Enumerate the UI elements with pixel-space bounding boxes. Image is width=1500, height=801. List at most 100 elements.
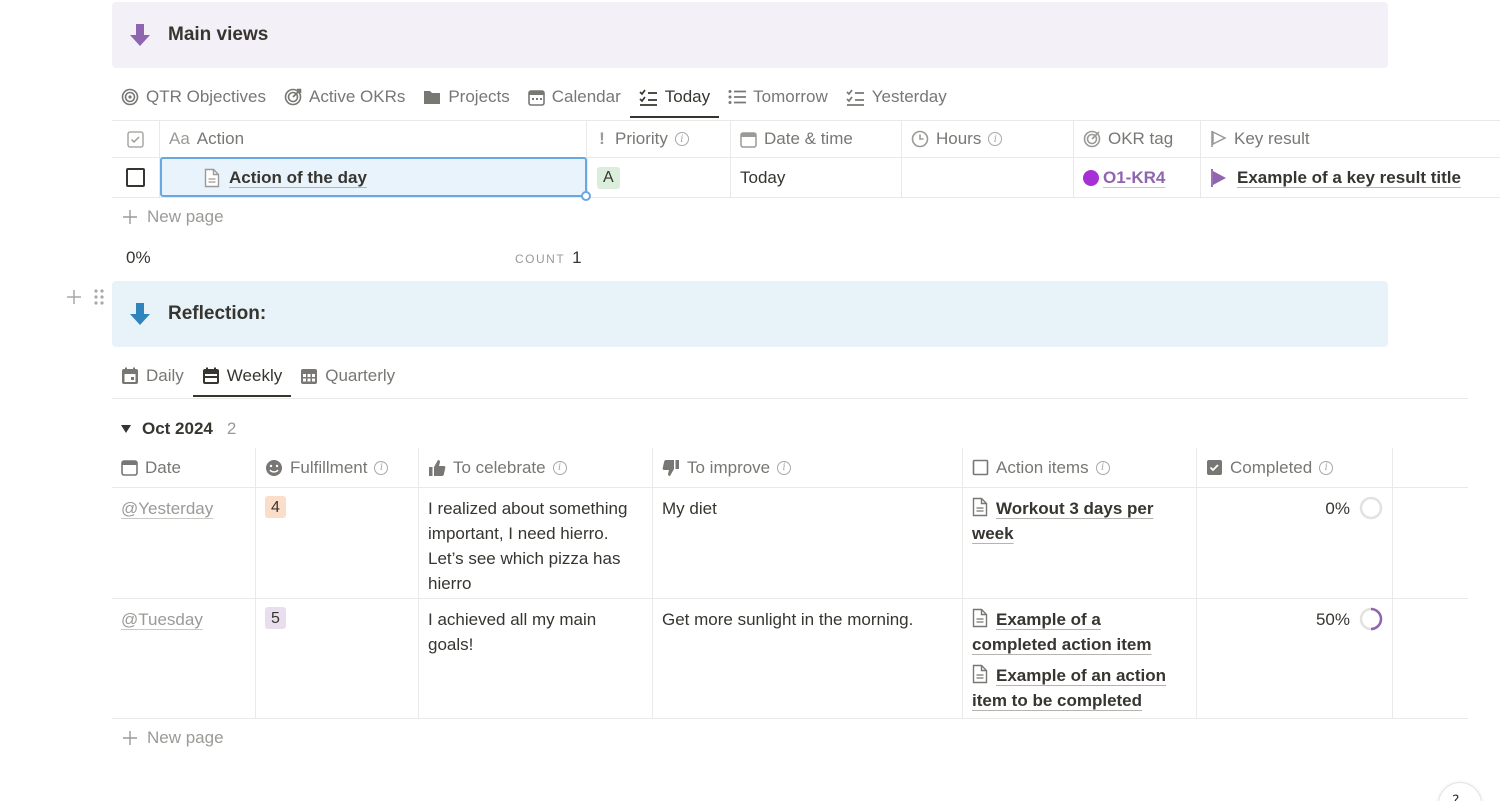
target-icon xyxy=(121,88,139,106)
column-label: Fulfillment xyxy=(290,458,368,477)
column-header-date-time[interactable]: Date & time xyxy=(731,121,902,157)
tab-calendar[interactable]: Calendar xyxy=(519,77,630,117)
hours-cell[interactable] xyxy=(902,158,1074,197)
info-icon[interactable]: i xyxy=(1095,460,1110,475)
plus-icon xyxy=(123,731,137,745)
add-block-icon[interactable] xyxy=(66,289,82,310)
completed-cell[interactable]: 0% xyxy=(1197,488,1393,598)
fulfillment-cell[interactable]: 4 xyxy=(256,488,419,598)
fulfillment-badge: 5 xyxy=(265,607,286,629)
key-result-link[interactable]: Example of a key result title xyxy=(1237,168,1461,188)
tab-label: Today xyxy=(664,87,711,106)
info-icon[interactable]: i xyxy=(552,460,567,475)
date-time-cell[interactable]: Today xyxy=(731,158,902,197)
info-icon[interactable]: i xyxy=(1319,460,1334,475)
date-cell[interactable]: @Tuesday xyxy=(112,599,256,718)
column-label: Hours xyxy=(936,129,982,148)
column-header-completed[interactable]: Completed i xyxy=(1197,448,1393,487)
completed-cell[interactable]: 50% xyxy=(1197,599,1393,718)
fulfillment-cell[interactable]: 5 xyxy=(256,599,419,718)
new-page-button[interactable]: New page xyxy=(122,728,224,748)
column-header-okr-tag[interactable]: OKR tag xyxy=(1074,121,1201,157)
action-item-link[interactable]: Workout 3 days per week xyxy=(972,496,1187,546)
new-page-label: New page xyxy=(147,728,224,747)
date-cell[interactable]: @Yesterday xyxy=(112,488,256,598)
column-header-priority[interactable]: ! Priority i xyxy=(587,121,731,157)
to-celebrate-text: I realized about something important, I … xyxy=(428,499,628,593)
to-improve-cell[interactable]: Get more sunlight in the morning. xyxy=(653,599,963,718)
to-improve-text: Get more sunlight in the morning. xyxy=(662,610,914,629)
main-views-callout: Main views xyxy=(112,2,1388,68)
drag-handle-icon[interactable] xyxy=(93,288,105,311)
column-header-hours[interactable]: Hours i xyxy=(902,121,1074,157)
tab-tomorrow[interactable]: Tomorrow xyxy=(719,77,837,117)
date-mention[interactable]: @Yesterday xyxy=(121,496,213,521)
list-icon xyxy=(728,90,747,104)
action-item-link[interactable]: Example of a completed action item xyxy=(972,607,1187,657)
select-all-checkbox[interactable] xyxy=(112,121,160,157)
calculation-count[interactable]: COUNT 1 xyxy=(515,248,582,268)
group-header-oct-2024[interactable]: Oct 2024 2 xyxy=(120,418,236,440)
tab-projects[interactable]: Projects xyxy=(414,77,518,117)
reflection-callout: Reflection: xyxy=(112,281,1388,347)
clock-icon xyxy=(911,130,929,148)
action-items-cell[interactable]: Example of a completed action item Examp… xyxy=(963,599,1197,718)
calculation-percent[interactable]: 0% xyxy=(126,248,151,268)
empty-cell xyxy=(1393,488,1468,598)
new-page-button[interactable]: New page xyxy=(122,207,224,227)
help-button[interactable]: ? xyxy=(1438,782,1482,801)
arrow-down-icon xyxy=(112,302,168,326)
okr-tag-cell[interactable]: O1-KR4 xyxy=(1074,158,1201,197)
column-header-key-result[interactable]: Key result xyxy=(1201,121,1500,157)
folder-icon xyxy=(424,91,441,104)
progress-ring-icon xyxy=(1359,496,1383,520)
to-improve-cell[interactable]: My diet xyxy=(653,488,963,598)
tab-yesterday[interactable]: Yesterday xyxy=(837,77,956,117)
action-title[interactable]: Action of the day xyxy=(229,168,367,188)
main-views-title: Main views xyxy=(168,24,269,45)
tab-daily[interactable]: Daily xyxy=(112,356,193,396)
column-label: Completed xyxy=(1230,458,1313,477)
info-icon[interactable]: i xyxy=(988,132,1003,146)
tab-quarterly[interactable]: Quarterly xyxy=(291,356,404,396)
column-header-to-improve[interactable]: To improve i xyxy=(653,448,963,487)
column-header-fulfillment[interactable]: Fulfillment i xyxy=(256,448,419,487)
checklist-icon xyxy=(639,88,657,106)
table-row: Action of the day A Today O1-KR4 Example… xyxy=(112,157,1500,201)
thumbs-down-icon xyxy=(662,459,679,476)
thumbs-up-icon xyxy=(429,459,446,476)
to-celebrate-cell[interactable]: I realized about something important, I … xyxy=(419,488,653,598)
tabs-divider xyxy=(112,398,1468,399)
tab-label: Tomorrow xyxy=(753,87,828,106)
info-icon[interactable]: i xyxy=(374,460,389,475)
column-header-action[interactable]: Aa Action xyxy=(160,121,587,157)
resize-handle[interactable] xyxy=(581,191,591,201)
tab-label: Daily xyxy=(146,366,184,385)
actions-table: Aa Action ! Priority i Date & time Hours… xyxy=(112,120,1500,201)
priority-cell[interactable]: A xyxy=(587,158,731,197)
document-icon xyxy=(972,664,988,684)
date-value: Today xyxy=(740,167,786,187)
action-item-link[interactable]: Example of an action item to be complete… xyxy=(972,663,1187,713)
table-header-row: Date Fulfillment i To celebrate i To imp… xyxy=(112,448,1468,488)
empty-cell xyxy=(1393,599,1468,718)
action-items-cell[interactable]: Workout 3 days per week xyxy=(963,488,1197,598)
tab-qtr-objectives[interactable]: QTR Objectives xyxy=(112,77,275,117)
info-icon[interactable]: i xyxy=(777,460,792,475)
new-page-label: New page xyxy=(147,207,224,226)
key-result-cell[interactable]: Example of a key result title xyxy=(1201,158,1500,197)
info-icon[interactable]: i xyxy=(674,132,689,146)
calendar-icon xyxy=(202,367,219,384)
column-header-date[interactable]: Date xyxy=(112,448,256,487)
column-header-to-celebrate[interactable]: To celebrate i xyxy=(419,448,653,487)
tab-weekly[interactable]: Weekly xyxy=(192,356,292,397)
tab-active-okrs[interactable]: Active OKRs xyxy=(275,77,414,117)
document-icon xyxy=(204,168,220,187)
to-celebrate-cell[interactable]: I achieved all my main goals! xyxy=(419,599,653,718)
tab-today[interactable]: Today xyxy=(629,77,720,118)
checklist-icon xyxy=(846,88,864,106)
date-mention[interactable]: @Tuesday xyxy=(121,607,203,632)
column-header-action-items[interactable]: Action items i xyxy=(963,448,1197,487)
row-checkbox[interactable] xyxy=(112,158,160,197)
okr-tag-link[interactable]: O1-KR4 xyxy=(1103,168,1165,188)
